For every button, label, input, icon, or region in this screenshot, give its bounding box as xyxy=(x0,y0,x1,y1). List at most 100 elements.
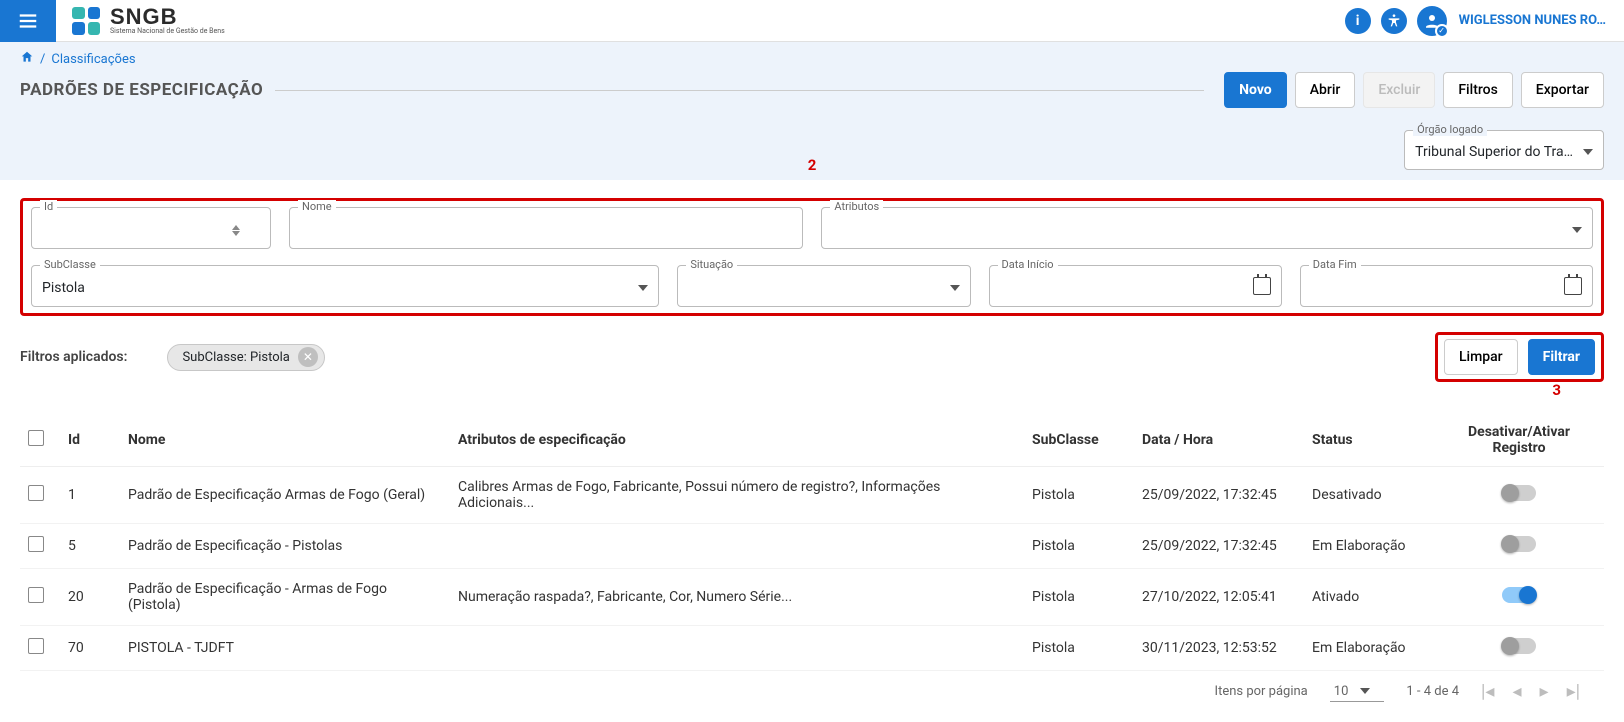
chevron-down-icon xyxy=(638,285,648,291)
app-logo: SNGB Sistema Nacional de Gestão de Bens xyxy=(72,6,225,35)
col-nome: Nome xyxy=(120,414,450,467)
cell-id: 20 xyxy=(60,569,120,626)
cell-nome: Padrão de Especificação Armas de Fogo (G… xyxy=(120,467,450,524)
breadcrumb-link[interactable]: Classificações xyxy=(51,52,135,67)
col-subclasse: SubClasse xyxy=(1024,414,1134,467)
cell-nome: Padrão de Especificação - Pistolas xyxy=(120,524,450,569)
calendar-icon[interactable] xyxy=(1564,277,1582,295)
atributos-input[interactable] xyxy=(832,221,1562,239)
cell-atributos: Calibres Armas de Fogo, Fabricante, Poss… xyxy=(450,467,1024,524)
calendar-icon[interactable] xyxy=(1253,277,1271,295)
table-row[interactable]: 5Padrão de Especificação - Pistolas Pisto… xyxy=(20,524,1604,569)
atributos-field[interactable]: Atributos xyxy=(821,207,1593,249)
row-checkbox[interactable] xyxy=(28,536,44,552)
toggle-switch[interactable] xyxy=(1502,638,1536,654)
toggle-switch[interactable] xyxy=(1502,485,1536,501)
data-inicio-input[interactable] xyxy=(1000,279,1251,297)
annotation-3: 3 xyxy=(1552,381,1561,399)
table-row[interactable]: 1Padrão de Especificação Armas de Fogo (… xyxy=(20,467,1604,524)
col-status: Status xyxy=(1304,414,1434,467)
pagination-range: 1 - 4 de 4 xyxy=(1406,684,1459,699)
cell-datahora: 25/09/2022, 17:32:45 xyxy=(1134,467,1304,524)
items-per-page-select[interactable]: 10 xyxy=(1330,682,1385,702)
exportar-button[interactable]: Exportar xyxy=(1521,72,1604,108)
cell-status: Em Elaboração xyxy=(1304,626,1434,671)
remove-chip-icon[interactable]: ✕ xyxy=(298,347,318,367)
table-row[interactable]: 70PISTOLA - TJDFT Pistola30/11/2023, 12:5… xyxy=(20,626,1604,671)
cell-subclasse: Pistola xyxy=(1024,626,1134,671)
id-stepper[interactable] xyxy=(232,225,240,236)
novo-button[interactable]: Novo xyxy=(1224,72,1287,108)
cell-subclasse: Pistola xyxy=(1024,524,1134,569)
col-atributos: Atributos de especificação xyxy=(450,414,1024,467)
user-avatar-icon[interactable]: ✓ xyxy=(1417,6,1447,36)
col-id: Id xyxy=(60,414,120,467)
chevron-down-icon xyxy=(1583,149,1593,155)
toggle-switch[interactable] xyxy=(1502,536,1536,552)
next-page-icon[interactable]: ▸ xyxy=(1540,681,1549,702)
cell-nome: Padrão de Especificação - Armas de Fogo … xyxy=(120,569,450,626)
logo-icon xyxy=(72,7,100,35)
app-name: SNGB xyxy=(110,6,225,28)
row-checkbox[interactable] xyxy=(28,485,44,501)
cell-datahora: 25/09/2022, 17:32:45 xyxy=(1134,524,1304,569)
filter-chip: SubClasse: Pistola ✕ xyxy=(167,344,324,371)
last-page-icon[interactable]: ▸| xyxy=(1567,681,1580,702)
cell-atributos xyxy=(450,626,1024,671)
chevron-down-icon xyxy=(1572,227,1582,233)
id-input[interactable] xyxy=(42,221,226,239)
cell-atributos: Numeração raspada?, Fabricante, Cor, Num… xyxy=(450,569,1024,626)
first-page-icon[interactable]: |◂ xyxy=(1481,681,1494,702)
home-icon[interactable] xyxy=(20,50,34,68)
col-datahora: Data / Hora xyxy=(1134,414,1304,467)
menu-button[interactable] xyxy=(0,0,56,42)
col-toggle: Desativar/Ativar Registro xyxy=(1434,414,1604,467)
id-field[interactable]: Id xyxy=(31,207,271,249)
items-per-page-label: Itens por página xyxy=(1215,684,1308,699)
filtrar-button[interactable]: Filtrar xyxy=(1528,339,1595,375)
cell-id: 70 xyxy=(60,626,120,671)
accessibility-icon[interactable] xyxy=(1381,8,1407,34)
nome-input[interactable] xyxy=(300,221,772,239)
row-checkbox[interactable] xyxy=(28,587,44,603)
prev-page-icon[interactable]: ◂ xyxy=(1512,681,1521,702)
cell-nome: PISTOLA - TJDFT xyxy=(120,626,450,671)
cell-atributos xyxy=(450,524,1024,569)
subclasse-field[interactable]: SubClasse Pistola xyxy=(31,265,659,307)
username[interactable]: WIGLESSON NUNES RO… xyxy=(1459,13,1606,28)
abrir-button[interactable]: Abrir xyxy=(1295,72,1356,108)
data-fim-input[interactable] xyxy=(1311,279,1562,297)
filtros-button[interactable]: Filtros xyxy=(1443,72,1512,108)
cell-datahora: 30/11/2023, 12:53:52 xyxy=(1134,626,1304,671)
cell-subclasse: Pistola xyxy=(1024,569,1134,626)
cell-status: Em Elaboração xyxy=(1304,524,1434,569)
cell-subclasse: Pistola xyxy=(1024,467,1134,524)
results-table: Id Nome Atributos de especificação SubCl… xyxy=(20,414,1604,671)
nome-field[interactable]: Nome xyxy=(289,207,803,249)
orgao-logado-label: Órgão logado xyxy=(1413,123,1487,136)
limpar-button[interactable]: Limpar xyxy=(1444,339,1518,375)
chevron-down-icon xyxy=(1360,688,1370,694)
cell-id: 5 xyxy=(60,524,120,569)
data-inicio-field[interactable]: Data Início xyxy=(989,265,1282,307)
cell-id: 1 xyxy=(60,467,120,524)
table-row[interactable]: 20Padrão de Especificação - Armas de Fog… xyxy=(20,569,1604,626)
subclasse-value: Pistola xyxy=(42,280,85,296)
orgao-logado-select[interactable]: Órgão logado Tribunal Superior do Tra… xyxy=(1404,130,1604,170)
cell-status: Ativado xyxy=(1304,569,1434,626)
select-all-checkbox[interactable] xyxy=(28,430,44,446)
data-fim-field[interactable]: Data Fim xyxy=(1300,265,1593,307)
row-checkbox[interactable] xyxy=(28,638,44,654)
chevron-down-icon xyxy=(950,285,960,291)
breadcrumb: / Classificações xyxy=(20,50,1604,68)
page-title: PADRÕES DE ESPECIFICAÇÃO xyxy=(20,80,263,100)
orgao-logado-value: Tribunal Superior do Tra… xyxy=(1415,144,1573,160)
excluir-button: Excluir xyxy=(1363,72,1435,108)
cell-datahora: 27/10/2022, 12:05:41 xyxy=(1134,569,1304,626)
situacao-field[interactable]: Situação xyxy=(677,265,970,307)
cell-status: Desativado xyxy=(1304,467,1434,524)
annotation-2: 2 xyxy=(808,156,817,174)
toggle-switch[interactable] xyxy=(1502,587,1536,603)
info-icon[interactable]: i xyxy=(1345,8,1371,34)
app-subtitle: Sistema Nacional de Gestão de Bens xyxy=(110,28,225,35)
